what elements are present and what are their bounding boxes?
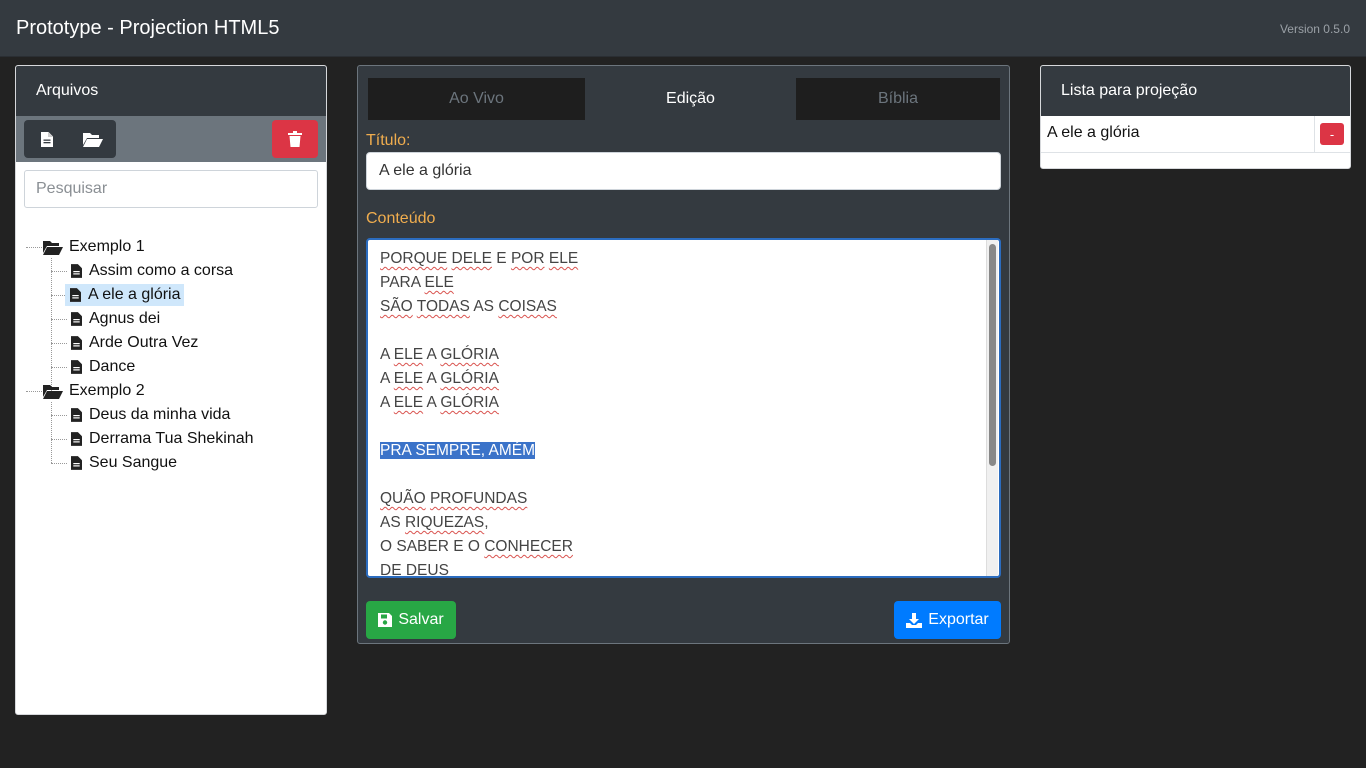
- tree-item[interactable]: Deus da minha vida: [66, 404, 233, 426]
- tree-item[interactable]: Arde Outra Vez: [66, 332, 201, 354]
- folder-open-icon: [83, 132, 103, 147]
- tree-item-label: Derrama Tua Shekinah: [89, 430, 254, 447]
- file-icon: [68, 287, 82, 303]
- tree-folder-label: Exemplo 1: [69, 238, 145, 255]
- file-icon: [41, 131, 53, 147]
- tree-item[interactable]: Seu Sangue: [66, 452, 180, 474]
- content-line: A ELE A GLÓRIA: [380, 370, 499, 387]
- content-label: Conteúdo: [366, 210, 436, 227]
- tree-item[interactable]: Agnus dei: [66, 308, 163, 330]
- new-file-button[interactable]: [24, 120, 70, 158]
- tree-folder-label: Exemplo 2: [69, 382, 145, 399]
- trash-icon: [288, 131, 302, 147]
- file-icon: [69, 311, 83, 327]
- tree-item[interactable]: Dance: [66, 356, 138, 378]
- content-line: [380, 465, 980, 489]
- app-title: Prototype - Projection HTML5: [16, 17, 280, 39]
- content-line: A ELE A GLÓRIA: [380, 394, 499, 411]
- search-input[interactable]: [24, 170, 318, 208]
- app-header: Prototype - Projection HTML5 Version 0.5…: [0, 0, 1366, 57]
- tree-item-label: Assim como a corsa: [89, 262, 234, 279]
- file-actions-group: [24, 120, 116, 158]
- tree-item-label: Deus da minha vida: [89, 406, 231, 423]
- app-version: Version 0.5.0: [1279, 22, 1350, 36]
- tree-folder-exemplo-1[interactable]: Exemplo 1: [40, 236, 148, 258]
- selected-text: PRA SEMPRE, AMÉM: [380, 442, 536, 459]
- tree-item-label: A ele a glória: [88, 286, 181, 303]
- tree-folder-exemplo-2[interactable]: Exemplo 2: [40, 380, 148, 402]
- tree-item[interactable]: Derrama Tua Shekinah: [66, 428, 257, 450]
- projection-item-label: A ele a glória: [1047, 124, 1140, 141]
- content-line: [380, 417, 980, 441]
- files-toolbar: [16, 116, 326, 162]
- editor-tabs: Ao Vivo Edição Bíblia: [368, 78, 1000, 120]
- export-label: Exportar: [928, 611, 989, 628]
- content-line: [380, 321, 980, 345]
- content-line: SÃO TODAS AS COISAS: [380, 298, 557, 315]
- content-line: PARA ELE: [380, 274, 454, 291]
- content-line: PORQUE DELE E POR ELE: [380, 250, 579, 267]
- projection-list-panel: Lista para projeção A ele a glória -: [1040, 65, 1351, 169]
- content-scrollbar[interactable]: [986, 240, 998, 576]
- content-line: A ELE A GLÓRIA: [380, 346, 499, 363]
- open-folder-button[interactable]: [70, 120, 116, 158]
- tree-item-label: Seu Sangue: [89, 454, 178, 471]
- delete-button[interactable]: [272, 120, 318, 158]
- content-line: AS RIQUEZAS,: [380, 514, 489, 531]
- content-line: QUÃO PROFUNDAS: [380, 490, 528, 507]
- tab-biblia[interactable]: Bíblia: [796, 78, 1000, 120]
- file-icon: [69, 455, 83, 471]
- files-panel-header: Arquivos: [16, 66, 326, 116]
- remove-item-button[interactable]: -: [1320, 123, 1344, 145]
- projection-list-header: Lista para projeção: [1041, 66, 1350, 116]
- title-input[interactable]: A ele a glória: [366, 152, 1001, 190]
- title-input-value: A ele a glória: [379, 162, 472, 179]
- projection-list-item[interactable]: A ele a glória -: [1041, 116, 1350, 153]
- content-text: PORQUE DELE E POR ELE PARA ELE SÃO TODAS…: [380, 249, 980, 578]
- file-icon: [69, 359, 83, 375]
- file-icon: [69, 431, 83, 447]
- tree-item-label: Dance: [89, 358, 136, 375]
- file-icon: [69, 407, 83, 423]
- file-icon: [69, 335, 83, 351]
- tree-item[interactable]: Assim como a corsa: [66, 260, 236, 282]
- content-line: PRA SEMPRE, AMÉM: [380, 441, 980, 465]
- scrollbar-thumb[interactable]: [989, 244, 996, 466]
- editor-panel: Ao Vivo Edição Bíblia Título: A ele a gl…: [357, 65, 1010, 644]
- tab-ao-vivo[interactable]: Ao Vivo: [368, 78, 585, 120]
- export-button[interactable]: Exportar: [894, 601, 1001, 639]
- save-button[interactable]: Salvar: [366, 601, 456, 639]
- folder-open-icon: [43, 383, 63, 399]
- tree-item-label: Agnus dei: [89, 310, 161, 327]
- files-panel: Arquivos Exemplo 1: [15, 65, 327, 715]
- file-icon: [69, 263, 83, 279]
- content-line: O SABER E O CONHECER: [380, 538, 573, 555]
- save-icon: [378, 613, 393, 627]
- tree-item-label: Arde Outra Vez: [89, 334, 199, 351]
- tab-edicao[interactable]: Edição: [585, 78, 796, 120]
- tree-item-selected[interactable]: A ele a glória: [65, 284, 184, 306]
- download-icon: [906, 612, 923, 628]
- folder-open-icon: [43, 239, 63, 255]
- content-textarea[interactable]: PORQUE DELE E POR ELE PARA ELE SÃO TODAS…: [366, 238, 1001, 578]
- save-label: Salvar: [398, 611, 444, 628]
- content-line: DE DEUS: [380, 562, 449, 578]
- title-label: Título:: [366, 132, 411, 149]
